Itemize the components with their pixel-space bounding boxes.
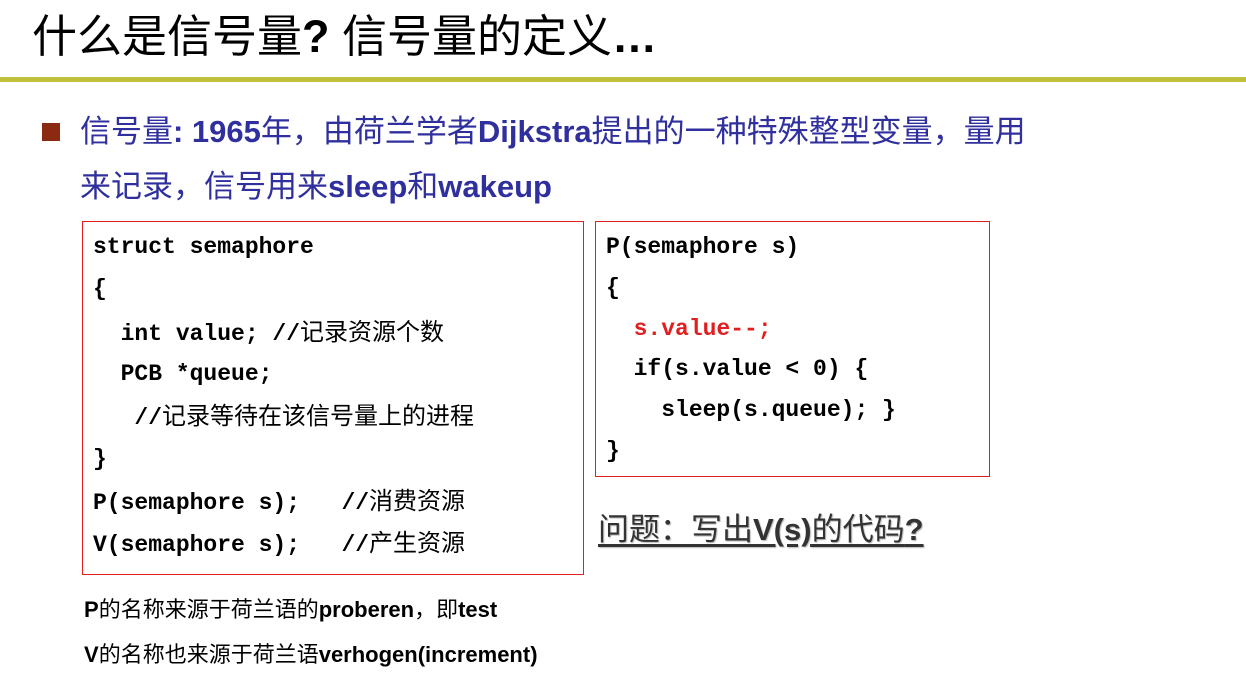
- question-text-v: V(s): [753, 512, 812, 547]
- code-text: PCB *queue;: [93, 360, 273, 387]
- slide-title: 什么是信号量? 信号量的定义…: [32, 6, 657, 68]
- code-text: }: [606, 438, 620, 464]
- title-text-1: 什么是信号量: [32, 11, 303, 62]
- code-comment: 消费资源: [369, 486, 466, 515]
- code-comment: 产生资源: [369, 529, 466, 558]
- text-run: P: [84, 597, 99, 622]
- code-text: {: [606, 274, 620, 301]
- text-run: V: [84, 642, 99, 667]
- text-run: wakeup: [438, 169, 552, 204]
- title-text-2: 信号量的定义: [329, 11, 613, 62]
- code-line: if(s.value < 0) {: [606, 354, 869, 384]
- code-text: V(semaphore s); //: [93, 532, 370, 559]
- text-run: 的名称也来源于荷兰语: [98, 642, 319, 667]
- text-run: 来记录，信号用来: [80, 169, 328, 204]
- code-comment: 记录等待在该信号量上的进程: [162, 402, 475, 431]
- code-line: P(semaphore s); //消费资源: [93, 486, 465, 518]
- text-run: 的名称来源于荷兰语的: [98, 597, 319, 622]
- title-ellipsis: …: [612, 11, 658, 62]
- square-bullet-icon: [42, 123, 60, 141]
- code-line: //记录等待在该信号量上的进程: [93, 401, 474, 433]
- text-run: test: [458, 597, 498, 622]
- text-run: sleep: [328, 169, 408, 204]
- text-run: : 1965: [173, 114, 261, 149]
- p-operation-code-box: P(semaphore s) { s.value--; if(s.value < …: [595, 221, 990, 477]
- note-v-origin: V的名称也来源于荷兰语verhogen(increment): [84, 641, 538, 669]
- code-comment: 记录资源个数: [300, 317, 445, 346]
- bullet-definition-line-1: 信号量: 1965年，由荷兰学者Dijkstra提出的一种特殊整型变量，量用: [80, 112, 1026, 152]
- note-p-origin: P的名称来源于荷兰语的proberen，即test: [84, 596, 497, 624]
- code-line: struct semaphore: [93, 232, 314, 262]
- code-line: {: [606, 273, 620, 303]
- code-text: P(semaphore s); //: [93, 489, 370, 516]
- question-mark: ?: [904, 512, 924, 547]
- text-run: ，即: [414, 597, 459, 622]
- question-text-2: 的代码: [811, 512, 905, 547]
- question-text-1: 问题：写出: [598, 512, 753, 547]
- code-text: sleep(s.queue); }: [606, 397, 896, 424]
- code-line: int value; //记录资源个数: [93, 317, 444, 349]
- code-line: s.value--;: [606, 314, 772, 344]
- code-text: int value; //: [93, 320, 301, 347]
- code-text: struct semaphore: [93, 234, 314, 260]
- title-question-mark: ?: [302, 11, 330, 62]
- code-line: }: [606, 436, 620, 466]
- text-run: verhogen(increment): [318, 642, 538, 667]
- code-line: }: [93, 444, 107, 474]
- text-run: 年，由荷兰学者: [260, 114, 478, 149]
- question-write-v-code: 问题：写出V(s)的代码?: [598, 510, 924, 550]
- code-line: V(semaphore s); //产生资源: [93, 528, 465, 560]
- title-divider: [0, 77, 1246, 82]
- code-text: }: [93, 445, 107, 472]
- text-run: 和: [407, 169, 439, 204]
- code-text: {: [93, 276, 107, 303]
- text-run: Dijkstra: [477, 114, 592, 149]
- code-line: {: [93, 274, 107, 304]
- text-run: 信号量: [80, 114, 173, 149]
- struct-semaphore-code-box: struct semaphore { int value; //记录资源个数 PC…: [82, 221, 584, 575]
- code-text: //: [93, 405, 163, 432]
- text-run: proberen: [318, 597, 415, 622]
- code-line: P(semaphore s): [606, 232, 799, 262]
- text-run: 提出的一种特殊整型变量，量用: [591, 114, 1026, 149]
- code-line: sleep(s.queue); }: [606, 395, 896, 425]
- code-text: s.value--;: [606, 315, 772, 342]
- code-text: P(semaphore s): [606, 234, 800, 260]
- bullet-definition-line-2: 来记录，信号用来sleep和wakeup: [80, 167, 552, 207]
- code-text: if(s.value < 0) {: [606, 356, 869, 383]
- code-line: PCB *queue;: [93, 359, 273, 389]
